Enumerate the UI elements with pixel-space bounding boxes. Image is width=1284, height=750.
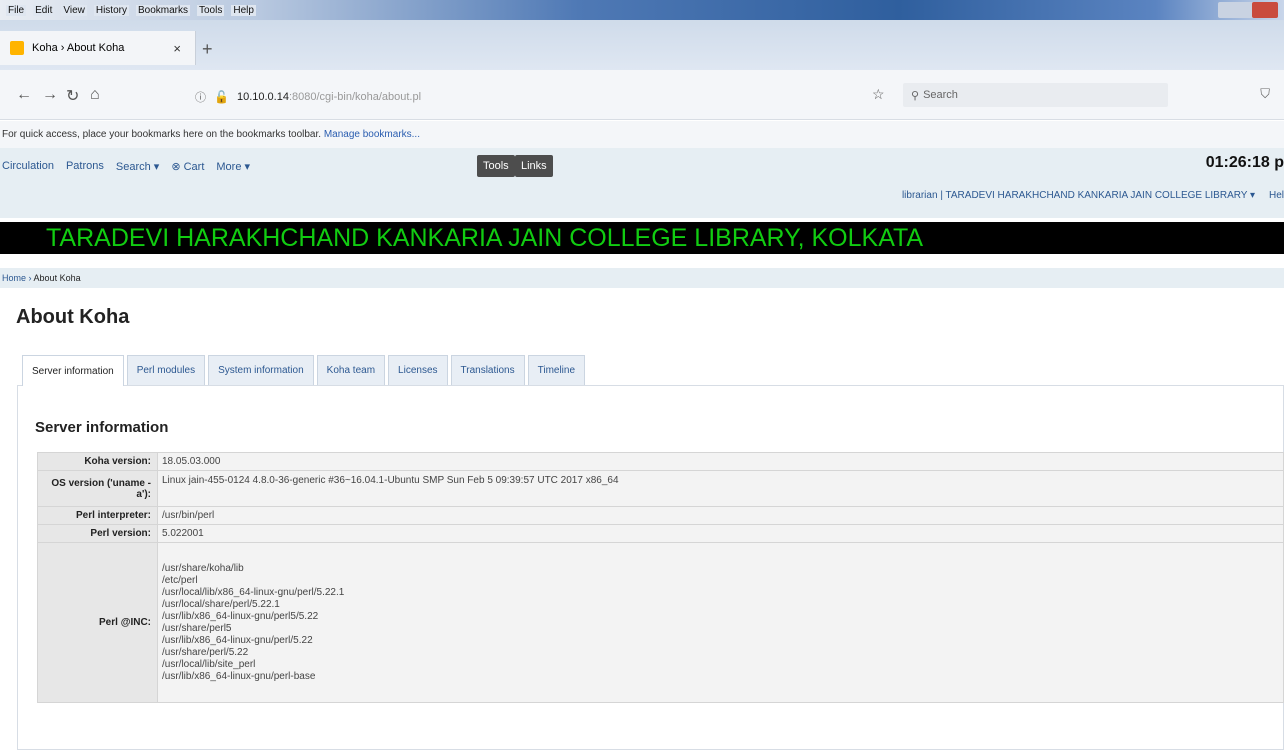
koha-version-value: 18.05.03.000: [157, 452, 1284, 471]
window-controls: [1218, 2, 1278, 18]
perl-version-label: Perl version:: [37, 524, 158, 543]
table-row: Koha version: 18.05.03.000: [37, 452, 1284, 471]
home-icon[interactable]: ⌂: [90, 86, 100, 104]
reload-icon[interactable]: ↻: [66, 86, 79, 106]
url-bar[interactable]: ⓘ 🔓 10.10.0.14:8080/cgi-bin/koha/about.p…: [195, 84, 900, 110]
tab-server-information[interactable]: Server information: [22, 355, 124, 386]
menu-edit[interactable]: Edit: [33, 4, 55, 16]
table-row: OS version ('uname -a'): Linux jain-455-…: [37, 470, 1284, 507]
about-tabs: Server information Perl modules System i…: [22, 355, 586, 386]
inc-path: /usr/local/share/perl/5.22.1: [162, 598, 280, 610]
breadcrumb-current: About Koha: [33, 273, 81, 283]
page-info-icon[interactable]: ⓘ: [195, 89, 206, 105]
menu-tools[interactable]: Tools: [197, 4, 225, 16]
os-version-value: Linux jain-455-0124 4.8.0-36-generic #36…: [157, 470, 1284, 507]
tab-perl-modules[interactable]: Perl modules: [126, 355, 206, 385]
user-role[interactable]: librarian: [902, 190, 938, 201]
tab-timeline[interactable]: Timeline: [527, 355, 586, 385]
library-selector[interactable]: TARADEVI HARAKHCHAND KANKARIA JAIN COLLE…: [946, 190, 1256, 201]
perl-interpreter-label: Perl interpreter:: [37, 506, 158, 525]
inc-path: /usr/lib/x86_64-linux-gnu/perl-base: [162, 670, 316, 682]
new-tab-plus-icon[interactable]: +: [202, 39, 213, 60]
menu-more[interactable]: More ▾: [216, 160, 250, 173]
tab-close-icon[interactable]: ×: [173, 41, 181, 56]
bookmark-star-icon[interactable]: ☆: [872, 86, 885, 103]
back-arrow-icon[interactable]: ←: [16, 86, 32, 104]
perl-interpreter-value: /usr/bin/perl: [157, 506, 1284, 525]
menu-circulation[interactable]: Circulation: [2, 160, 54, 173]
koha-header: Circulation Patrons Search ▾ ⊗ Cart More…: [0, 148, 1284, 218]
menu-history[interactable]: History: [93, 4, 129, 16]
screen: File Edit View History Bookmarks Tools H…: [0, 0, 1284, 750]
browser-navbar: ← → ↻ ⌂ ⓘ 🔓 10.10.0.14:8080/cgi-bin/koha…: [0, 70, 1284, 120]
inc-path: /etc/perl: [162, 574, 198, 586]
menu-help[interactable]: Help: [231, 4, 256, 16]
table-row: Perl interpreter: /usr/bin/perl: [37, 506, 1284, 525]
browser-search-input[interactable]: ⚲ Search: [903, 83, 1168, 107]
inc-path: /usr/share/koha/lib: [162, 562, 244, 574]
menu-patrons[interactable]: Patrons: [66, 160, 104, 173]
koha-version-label: Koha version:: [37, 452, 158, 471]
table-row: Perl @INC: /usr/share/koha/lib /etc/perl…: [37, 542, 1284, 703]
koha-main-menu: Circulation Patrons Search ▾ ⊗ Cart More…: [2, 160, 250, 173]
perl-inc-label: Perl @INC:: [37, 542, 158, 703]
inc-path: /usr/local/lib/x86_64-linux-gnu/perl/5.2…: [162, 586, 345, 598]
tab-licenses[interactable]: Licenses: [388, 355, 448, 385]
tab-system-information[interactable]: System information: [208, 355, 314, 385]
url-path: :8080/cgi-bin/koha/about.pl: [288, 91, 422, 103]
table-row: Perl version: 5.022001: [37, 524, 1284, 543]
browser-menubar: File Edit View History Bookmarks Tools H…: [0, 0, 1284, 20]
tools-button[interactable]: Tools: [477, 155, 515, 177]
library-banner: TARADEVI HARAKHCHAND KANKARIA JAIN COLLE…: [0, 222, 1284, 254]
page-title: About Koha: [16, 306, 130, 328]
breadcrumb-separator: ›: [28, 273, 32, 283]
menu-search[interactable]: Search ▾: [116, 160, 159, 173]
inc-path: /usr/lib/x86_64-linux-gnu/perl/5.22: [162, 634, 313, 646]
os-version-label: OS version ('uname -a'):: [37, 470, 158, 507]
menu-view[interactable]: View: [61, 4, 87, 16]
library-info: librarian | TARADEVI HARAKHCHAND KANKARI…: [901, 190, 1284, 201]
help-link[interactable]: Hel: [1269, 190, 1284, 201]
manage-bookmarks-link[interactable]: Manage bookmarks...: [324, 129, 420, 140]
bookmarks-hint: For quick access, place your bookmarks h…: [2, 129, 322, 140]
clock: 01:26:18 p: [1205, 154, 1284, 171]
breadcrumb-home[interactable]: Home: [2, 273, 26, 283]
tab-koha-team[interactable]: Koha team: [316, 355, 386, 385]
inc-path: /usr/share/perl/5.22: [162, 646, 249, 658]
perl-inc-value: /usr/share/koha/lib /etc/perl /usr/local…: [157, 542, 1284, 703]
inc-path: /usr/lib/x86_64-linux-gnu/perl5/5.22: [162, 610, 319, 622]
breadcrumb: Home › About Koha: [0, 268, 1284, 288]
forward-arrow-icon[interactable]: →: [42, 86, 58, 104]
menu-bookmarks[interactable]: Bookmarks: [135, 4, 190, 16]
links-button[interactable]: Links: [515, 155, 553, 177]
url-host: 10.10.0.14: [236, 91, 289, 103]
search-placeholder: Search: [923, 89, 958, 101]
bookmarks-toolbar: For quick access, place your bookmarks h…: [0, 121, 1284, 148]
server-info-table: Koha version: 18.05.03.000 OS version ('…: [37, 452, 1284, 703]
inc-path: /usr/local/lib/site_perl: [162, 658, 256, 670]
section-title: Server information: [35, 419, 169, 436]
inc-path: /usr/share/perl5: [162, 622, 232, 634]
menu-file[interactable]: File: [6, 4, 27, 16]
window-close-button[interactable]: [1252, 2, 1278, 18]
tab-translations[interactable]: Translations: [450, 355, 525, 385]
menu-cart[interactable]: ⊗ Cart: [171, 160, 204, 173]
koha-favicon-icon: [10, 41, 24, 55]
shield-icon[interactable]: ⛉: [1260, 86, 1270, 102]
insecure-lock-icon[interactable]: 🔓: [214, 90, 229, 104]
browser-tab-active[interactable]: Koha › About Koha ×: [0, 31, 196, 65]
tab-title: Koha › About Koha: [32, 42, 125, 54]
search-icon: ⚲: [911, 89, 920, 102]
browser-tabstrip: Koha › About Koha × +: [0, 20, 1284, 70]
perl-version-value: 5.022001: [157, 524, 1284, 543]
